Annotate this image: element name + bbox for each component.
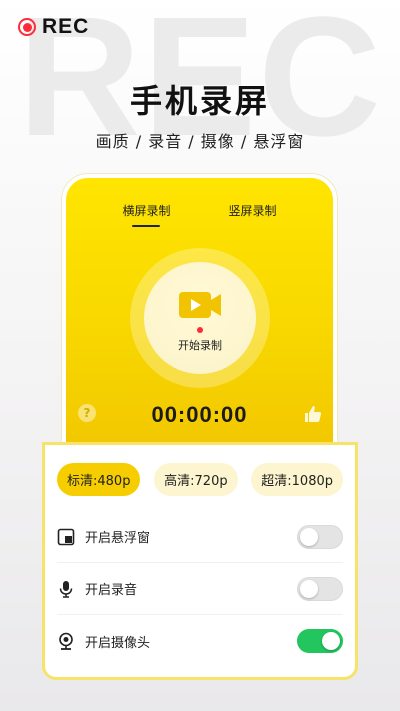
- record-button-ring: 开始录制: [130, 248, 270, 388]
- setting-row-camera: 开启摄像头: [57, 615, 343, 667]
- page-title: 手机录屏: [129, 82, 270, 120]
- audio-toggle[interactable]: [297, 576, 343, 601]
- setting-row-floating-window: 开启悬浮窗: [57, 511, 343, 563]
- settings-panel: 标清:480p 高清:720p 超清:1080p 开启悬浮窗 开启录音 开启摄像…: [42, 442, 358, 680]
- floating-window-toggle[interactable]: [297, 524, 343, 549]
- recording-timer: 00:00:00: [151, 402, 248, 427]
- start-recording-label: 开始录制: [178, 339, 222, 352]
- page-subtitle: 画质 / 录音 / 摄像 / 悬浮窗: [95, 132, 305, 151]
- video-camera-icon: [179, 292, 221, 318]
- camera-icon: [57, 632, 75, 650]
- tab-landscape-recording[interactable]: 横屏录制: [122, 202, 170, 227]
- orientation-tabs: 横屏录制 竖屏录制: [66, 202, 333, 227]
- setting-label-audio: 开启录音: [85, 583, 138, 598]
- record-dot-icon: [18, 18, 36, 36]
- rec-badge: REC: [18, 15, 89, 39]
- recording-indicator-dot: [197, 327, 203, 333]
- camera-toggle[interactable]: [297, 629, 343, 653]
- floating-window-icon: [57, 528, 75, 546]
- tab-portrait-recording[interactable]: 竖屏录制: [229, 202, 277, 227]
- quality-selector: 标清:480p 高清:720p 超清:1080p: [57, 463, 343, 496]
- start-recording-button[interactable]: 开始录制: [144, 262, 256, 374]
- setting-label-camera: 开启摄像头: [85, 635, 151, 651]
- rec-label: REC: [42, 15, 90, 38]
- thumbs-up-icon[interactable]: [303, 404, 323, 424]
- setting-row-audio: 开启录音: [57, 563, 343, 615]
- setting-label-floating-window: 开启悬浮窗: [85, 531, 151, 546]
- microphone-icon: [57, 580, 75, 598]
- quality-720p-button[interactable]: 高清:720p: [154, 463, 238, 496]
- recorder-card: 横屏录制 竖屏录制 开始录制 ? 00:00:00: [62, 174, 337, 444]
- quality-480p-button[interactable]: 标清:480p: [57, 463, 141, 496]
- quality-1080p-button[interactable]: 超清:1080p: [251, 463, 343, 496]
